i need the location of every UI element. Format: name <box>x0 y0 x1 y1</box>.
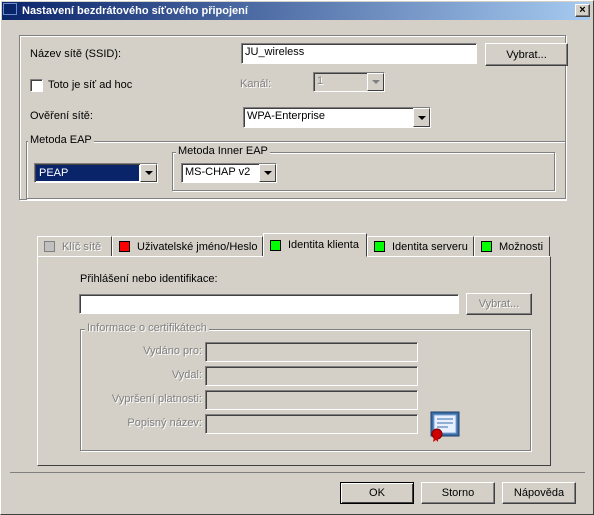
friendly-name-label: Popisný název: <box>127 417 202 429</box>
ssid-label: Název sítě (SSID): <box>30 48 122 60</box>
chevron-down-icon <box>259 164 276 182</box>
ssid-value: JU_wireless <box>245 46 305 58</box>
login-label: Přihlášení nebo identifikace: <box>80 273 218 285</box>
status-green-icon <box>374 241 385 252</box>
select-certificate-label: Vybrat... <box>478 298 520 310</box>
help-button[interactable]: Nápověda <box>502 482 576 504</box>
ok-button[interactable]: OK <box>340 482 414 504</box>
select-network-label: Vybrat... <box>506 48 547 61</box>
cancel-label: Storno <box>441 487 475 499</box>
window-title: Nastavení bezdrátového síťového připojen… <box>22 5 248 17</box>
channel-select[interactable]: 1 <box>313 72 385 92</box>
eap-group-label: Metoda EAP <box>28 134 94 146</box>
tab-server-identity-label: Identita serveru <box>392 240 468 253</box>
select-certificate-button[interactable]: Vybrat... <box>466 293 532 315</box>
tab-username-password-label: Uživatelské jméno/Heslo <box>137 240 258 253</box>
help-label: Nápověda <box>513 487 565 499</box>
certificate-group-label: Informace o certifikátech <box>85 322 209 334</box>
channel-value: 1 <box>317 75 324 87</box>
ssid-input[interactable]: JU_wireless <box>241 43 477 64</box>
issued-to-label: Vydáno pro: <box>143 345 202 357</box>
close-icon: × <box>579 4 586 16</box>
expires-field <box>205 390 418 410</box>
tab-network-key-label: Klíč sítě <box>62 240 102 253</box>
issued-to-field <box>205 342 418 362</box>
eap-value: PEAP <box>36 165 139 181</box>
select-network-button[interactable]: Vybrat... <box>485 43 568 66</box>
inner-eap-select[interactable]: MS-CHAP v2 <box>181 163 277 183</box>
separator <box>10 472 585 473</box>
tab-server-identity[interactable]: Identita serveru <box>367 236 474 256</box>
inner-eap-value: MS-CHAP v2 <box>185 166 251 178</box>
status-gray-icon <box>44 241 55 252</box>
tab-options-label: Možnosti <box>499 240 544 253</box>
certificate-icon[interactable] <box>428 410 461 443</box>
auth-value: WPA-Enterprise <box>247 110 326 122</box>
adhoc-label: Toto je síť ad hoc <box>48 79 133 91</box>
adhoc-checkbox[interactable] <box>30 79 43 92</box>
tab-client-identity-label: Identita klienta <box>288 239 359 251</box>
friendly-name-field <box>205 414 418 434</box>
status-green-icon <box>481 241 492 252</box>
tab-client-identity[interactable]: Identita klienta <box>263 233 367 257</box>
close-button[interactable]: × <box>575 4 590 17</box>
status-green-icon <box>270 239 281 251</box>
issued-by-label: Vydal: <box>171 369 202 381</box>
chevron-down-icon <box>413 108 430 127</box>
ok-label: OK <box>369 487 385 499</box>
auth-label: Ověření sítě: <box>30 110 93 122</box>
login-input[interactable] <box>79 294 459 314</box>
auth-select[interactable]: WPA-Enterprise <box>243 107 431 128</box>
expires-label: Vypršení platnosti: <box>111 393 202 405</box>
title-bar: Nastavení bezdrátového síťového připojen… <box>2 2 590 20</box>
chevron-down-icon <box>140 164 157 182</box>
chevron-down-icon <box>367 73 384 91</box>
channel-label: Kanál: <box>240 78 272 90</box>
tab-username-password[interactable]: Uživatelské jméno/Heslo <box>112 236 263 256</box>
cancel-button[interactable]: Storno <box>421 482 495 504</box>
network-icon <box>3 3 17 15</box>
issued-by-field <box>205 366 418 386</box>
tab-network-key[interactable]: Klíč sítě <box>37 236 112 256</box>
status-red-icon <box>119 241 130 252</box>
eap-select[interactable]: PEAP <box>34 163 158 183</box>
inner-eap-group-label: Metoda Inner EAP <box>176 145 270 157</box>
tab-options[interactable]: Možnosti <box>474 236 550 256</box>
